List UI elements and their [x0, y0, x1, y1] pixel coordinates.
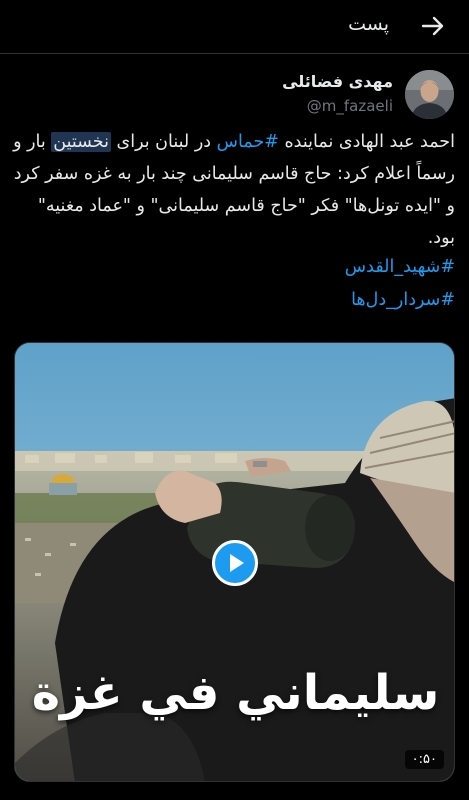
back-button[interactable] — [419, 12, 447, 40]
highlighted-word: نخستین — [51, 132, 111, 152]
avatar[interactable] — [405, 70, 454, 119]
hashtag-hamas[interactable]: #حماس — [217, 132, 279, 152]
tweet-text-part: در لبنان برای — [110, 132, 217, 152]
page-title: پست — [348, 13, 389, 35]
play-icon — [230, 554, 244, 572]
tweet-text: احمد عبد الهادی نماینده #حماس در لبنان ب… — [13, 126, 455, 254]
video-duration: ۰:۵۰ — [404, 750, 444, 769]
hashtag-sardar-delha[interactable]: #سردار_دل‌ها — [351, 290, 455, 310]
hashtag-shahid-alquds[interactable]: #شهید_القدس — [345, 257, 455, 277]
author-name[interactable]: مهدی فضائلی — [282, 72, 393, 91]
arrow-right-icon — [421, 16, 444, 36]
author-handle[interactable]: @m_fazaeli — [307, 97, 393, 115]
tweet-text-part: احمد عبد الهادی نماینده — [278, 132, 456, 152]
video-player[interactable]: سليماني في غزة ۰:۵۰ — [14, 342, 455, 782]
play-button[interactable] — [212, 540, 258, 586]
top-divider — [0, 53, 469, 54]
video-caption: سليماني في غزة — [31, 665, 440, 721]
top-bar: پست — [0, 0, 469, 52]
